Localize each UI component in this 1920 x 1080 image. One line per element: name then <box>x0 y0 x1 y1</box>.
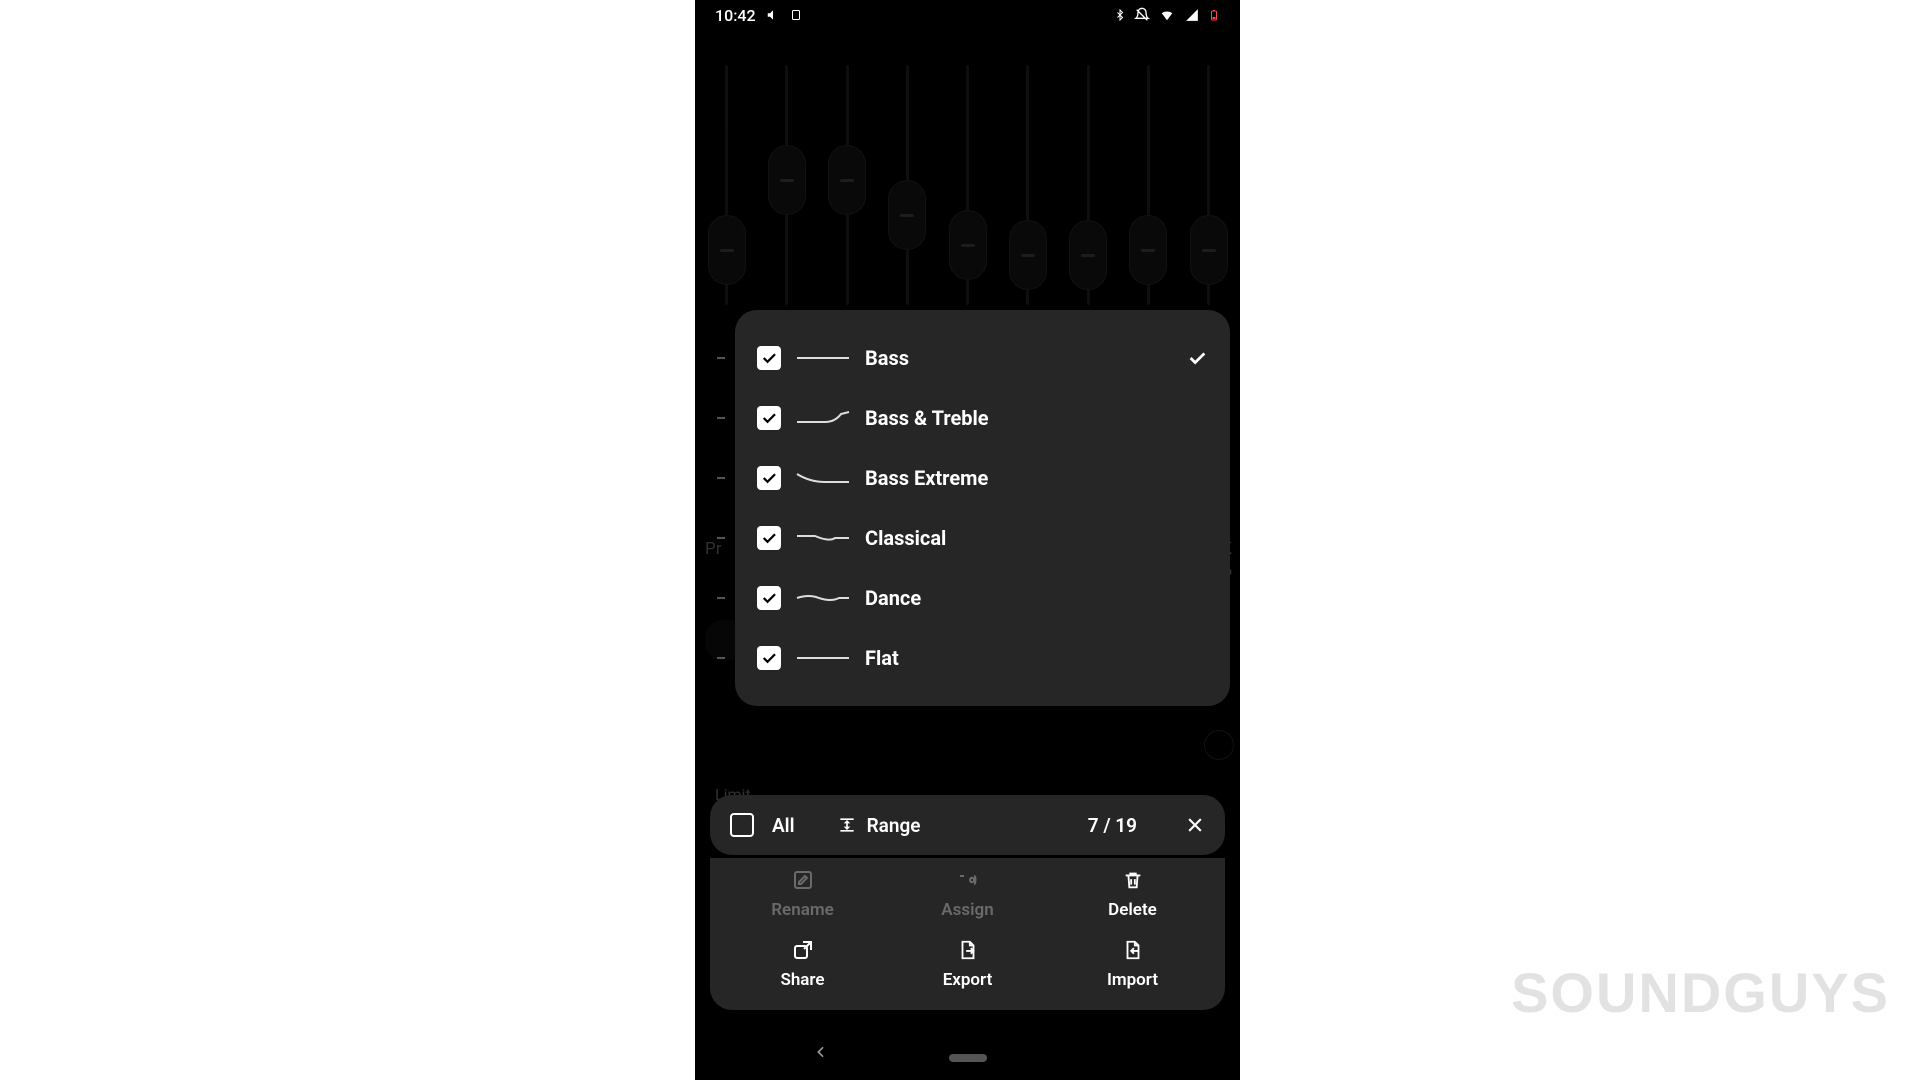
eq-slider <box>725 65 728 305</box>
preset-label: Classical <box>865 526 1208 550</box>
preset-label: Flat <box>865 646 1208 670</box>
back-icon <box>813 1044 829 1060</box>
eq-slider <box>785 65 788 305</box>
close-button[interactable] <box>1185 815 1205 835</box>
checkbox[interactable] <box>757 586 781 610</box>
preset-row-flat[interactable]: Flat <box>735 628 1230 688</box>
preset-label: Bass <box>865 346 1172 370</box>
checkbox[interactable] <box>757 526 781 550</box>
battery-icon <box>1208 6 1220 24</box>
eq-slider <box>1087 65 1090 305</box>
checkbox[interactable] <box>757 466 781 490</box>
import-label: Import <box>1107 970 1158 990</box>
preset-row-bass-extreme[interactable]: Bass Extreme <box>735 448 1230 508</box>
clock: 10:42 <box>715 6 756 25</box>
assign-button: Assign <box>885 868 1050 920</box>
back-button[interactable] <box>813 1044 829 1064</box>
rename-button: Rename <box>720 868 885 920</box>
range-button[interactable]: Range <box>837 814 921 837</box>
eq-slider <box>846 65 849 305</box>
checkbox[interactable] <box>757 406 781 430</box>
share-button[interactable]: Share <box>720 938 885 990</box>
export-button[interactable]: Export <box>885 938 1050 990</box>
share-icon <box>791 938 815 962</box>
phone-screen: 10:42 Pr K o Limit <box>695 0 1240 1080</box>
sim-icon <box>790 8 802 22</box>
selection-counter: 7 / 19 <box>1088 814 1137 837</box>
preset-row-classical[interactable]: Classical <box>735 508 1230 568</box>
preset-row-bass[interactable]: Bass <box>735 328 1230 388</box>
range-icon <box>837 814 857 836</box>
preset-label: Bass Extreme <box>865 466 1208 490</box>
dnd-icon <box>1134 7 1150 23</box>
delete-label: Delete <box>1108 900 1157 920</box>
export-label: Export <box>943 970 993 990</box>
bluetooth-icon <box>1114 7 1126 23</box>
selection-bar: All Range 7 / 19 <box>710 795 1225 855</box>
home-indicator[interactable] <box>949 1054 987 1062</box>
bg-pill <box>1204 730 1234 760</box>
import-icon <box>1122 938 1144 962</box>
bg-label: Pr <box>705 539 722 559</box>
delete-icon <box>1122 868 1144 892</box>
preset-label: Dance <box>865 586 1208 610</box>
eq-slider <box>1147 65 1150 305</box>
delete-button[interactable]: Delete <box>1050 868 1215 920</box>
eq-slider <box>906 65 909 305</box>
wifi-icon <box>1158 8 1176 22</box>
preset-curve-icon <box>795 528 851 548</box>
selected-check-icon <box>1186 347 1208 369</box>
preset-row-bass-treble[interactable]: Bass & Treble <box>735 388 1230 448</box>
preset-row-dance[interactable]: Dance <box>735 568 1230 628</box>
assign-label: Assign <box>941 900 993 920</box>
assign-icon <box>955 868 981 892</box>
range-label: Range <box>867 814 921 837</box>
share-label: Share <box>780 970 824 990</box>
export-icon <box>957 938 979 962</box>
rename-label: Rename <box>771 900 834 920</box>
checkbox[interactable] <box>757 646 781 670</box>
preset-curve-icon <box>795 408 851 428</box>
status-bar: 10:42 <box>695 0 1240 30</box>
select-all-checkbox[interactable] <box>730 813 754 837</box>
close-icon <box>1185 815 1205 835</box>
preset-curve-icon <box>795 468 851 488</box>
import-button[interactable]: Import <box>1050 938 1215 990</box>
volume-icon <box>766 8 780 22</box>
select-all-label: All <box>772 814 795 837</box>
checkbox[interactable] <box>757 346 781 370</box>
preset-curve-icon <box>795 588 851 608</box>
watermark: SOUNDGUYS <box>1511 960 1890 1025</box>
actions-bar: Rename Assign Delete Share Export Import <box>710 858 1225 1010</box>
eq-slider <box>1026 65 1029 305</box>
preset-curve-icon <box>795 348 851 368</box>
signal-icon <box>1184 8 1200 22</box>
preset-curve-icon <box>795 648 851 668</box>
preset-label: Bass & Treble <box>865 406 1208 430</box>
eq-slider <box>1207 65 1210 305</box>
preset-list-panel: Bass Bass & Treble Bass Extreme Classica… <box>735 310 1230 706</box>
rename-icon <box>791 868 815 892</box>
eq-slider <box>966 65 969 305</box>
